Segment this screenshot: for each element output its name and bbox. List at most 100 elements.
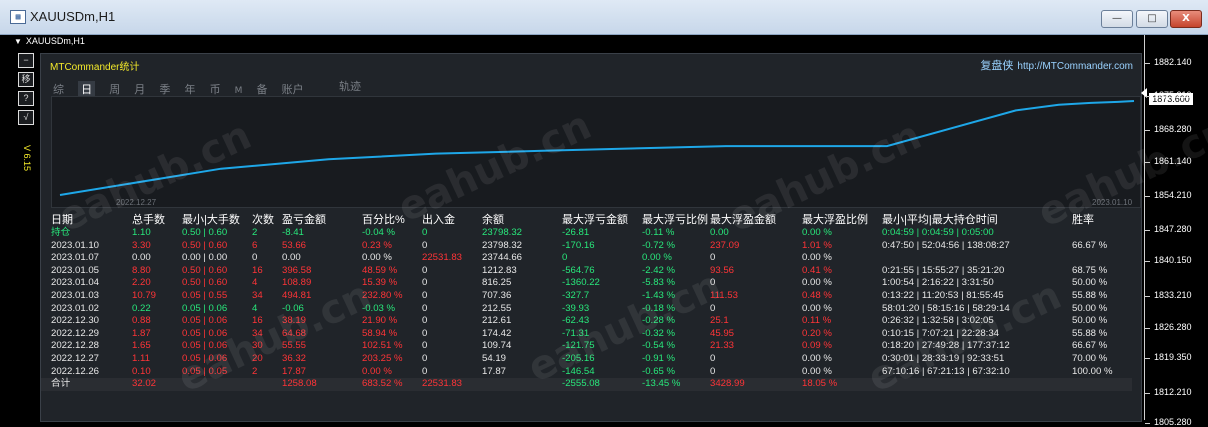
table-cell: 64.68 <box>282 327 307 339</box>
table-cell: 0 <box>710 365 716 377</box>
table-cell: -0.54 % <box>642 340 676 352</box>
table-row[interactable]: 2022.12.30 0.88 0.05 | 0.06 16 38.19 21.90 % 0… <box>41 315 1132 328</box>
table-row[interactable]: 2023.01.03 10.79 0.05 | 0.55 34 494.81 232.80… <box>41 290 1132 303</box>
price-tick <box>1145 130 1150 131</box>
confirm-button[interactable]: √ <box>18 110 34 125</box>
table-cell: 0.05 | 0.06 <box>182 315 228 327</box>
column-header[interactable]: 盈亏金额 <box>282 211 362 227</box>
track-tab[interactable]: 轨迹 <box>339 78 361 94</box>
column-header[interactable]: 胜率 <box>1072 211 1132 227</box>
table-cell: -0.91 % <box>642 352 676 364</box>
table-cell: 2023.01.04 <box>51 277 100 289</box>
table-row[interactable]: 2023.01.07 0.00 0.00 | 0.00 0 0.00 0.00 % 2253… <box>41 252 1132 265</box>
table-cell: -0.04 % <box>362 227 396 238</box>
table-cell: 0.50 | 0.60 <box>182 264 228 276</box>
maximize-button[interactable]: □ <box>1136 10 1168 28</box>
table-cell: 67:10:16 | 67:21:13 | 67:32:10 <box>882 365 1010 377</box>
table-row[interactable]: 2023.01.04 2.20 0.50 | 0.60 4 108.89 15.39 % 0… <box>41 277 1132 290</box>
tab-month[interactable]: 月 <box>134 81 145 97</box>
table-row[interactable]: 2022.12.27 1.11 0.05 | 0.06 20 36.32 203.25 %… <box>41 353 1132 366</box>
brand-name: 复盘侠 <box>980 60 1014 72</box>
table-cell: 0 <box>422 264 428 276</box>
column-header[interactable]: 日期 <box>41 211 132 227</box>
table-cell: 2 <box>252 365 258 377</box>
table-cell: 6 <box>252 239 258 251</box>
dropdown-triangle-icon: ▼ <box>14 37 22 46</box>
column-header[interactable]: 百分比% <box>362 211 422 227</box>
table-cell: 0 <box>562 252 568 264</box>
table-row[interactable]: 持仓 1.10 0.50 | 0.60 2 -8.41 -0.04 % 0 23798.32 -… <box>41 227 1132 240</box>
tab-currency[interactable]: 币 <box>210 81 221 97</box>
table-cell: 0 <box>710 252 716 264</box>
table-cell: 21.90 % <box>362 315 398 327</box>
move-button[interactable]: 移 <box>18 72 34 87</box>
tab-quarter[interactable]: 季 <box>159 81 170 97</box>
column-header[interactable]: 次数 <box>252 211 282 227</box>
table-cell: 0.09 % <box>802 340 832 352</box>
help-button[interactable]: ? <box>18 91 34 106</box>
table-row[interactable]: 2023.01.10 3.30 0.50 | 0.60 6 53.66 0.23 % 0 23… <box>41 240 1132 253</box>
table-cell: 0 <box>422 352 428 364</box>
column-header[interactable]: 出入金 <box>422 211 482 227</box>
tab-year[interactable]: 年 <box>184 81 195 97</box>
column-header[interactable]: 最大浮盈比例 <box>802 211 882 227</box>
table-cell: 16 <box>252 315 263 327</box>
table-row[interactable]: 2023.01.05 8.80 0.50 | 0.60 16 396.58 48.59 %… <box>41 265 1132 278</box>
table-row[interactable]: 2023.01.02 0.22 0.05 | 0.06 4 -0.06 -0.03 % 0 2… <box>41 303 1132 316</box>
column-header[interactable]: 总手数 <box>132 211 182 227</box>
table-row[interactable]: 2022.12.29 1.87 0.05 | 0.06 34 64.68 58.94 % 0… <box>41 328 1132 341</box>
total-cell: 683.52 % <box>362 378 422 391</box>
brand-link[interactable]: 复盘侠 http://MTCommander.com <box>980 57 1133 73</box>
table-cell: 1.65 <box>132 340 151 352</box>
equity-curve-panel: 2022.12.27 2023.01.10 <box>51 96 1141 208</box>
table-cell: 1.87 <box>132 327 151 339</box>
table-cell: 55.88 % <box>1072 327 1108 339</box>
table-cell: 0.00 % <box>802 352 832 364</box>
column-header[interactable]: 最小|大手数 <box>182 211 252 227</box>
tab-m[interactable]: M <box>235 86 243 96</box>
column-header[interactable]: 最小|平均|最大持仓时间 <box>882 211 1072 227</box>
table-cell: 109.74 <box>482 340 512 352</box>
table-row[interactable]: 2022.12.26 0.10 0.05 | 0.05 2 17.87 0.00 % 0 17… <box>41 366 1132 379</box>
table-cell: 0.00 % <box>802 252 832 264</box>
tab-week[interactable]: 周 <box>109 81 120 97</box>
tab-account[interactable]: 账户 <box>282 81 304 97</box>
table-cell: 2023.01.10 <box>51 239 100 251</box>
table-row[interactable]: 2022.12.28 1.65 0.05 | 0.06 30 55.55 102.51 %… <box>41 340 1132 353</box>
table-cell: -0.11 % <box>642 227 675 238</box>
column-header[interactable]: 最大浮亏比例 <box>642 211 710 227</box>
table-cell: -0.03 % <box>362 302 396 314</box>
table-cell: 0.48 % <box>802 289 832 301</box>
collapse-button[interactable]: − <box>18 53 34 68</box>
table-cell: -121.75 <box>562 340 595 352</box>
brand-url: http://MTCommander.com <box>1017 61 1133 72</box>
price-label: 1819.350 <box>1154 352 1192 362</box>
total-cell <box>182 378 252 391</box>
table-cell: 0.00 % <box>362 252 392 264</box>
table-cell: 50.00 % <box>1072 315 1108 327</box>
symbol-tab[interactable]: ▼ XAUUSDm,H1 <box>14 36 85 46</box>
tab-day[interactable]: 日 <box>78 81 96 97</box>
close-button[interactable]: X <box>1170 10 1202 28</box>
table-cell: 3.30 <box>132 239 151 251</box>
tab-backup[interactable]: 备 <box>257 81 268 97</box>
table-cell: 20 <box>252 352 263 364</box>
price-label: 1805.280 <box>1154 417 1192 427</box>
price-axis[interactable]: 1873.600 1882.140 1875.210 1868.280 1861.14… <box>1141 35 1200 427</box>
column-header[interactable]: 最大浮盈金额 <box>710 211 802 227</box>
table-cell: 0.05 | 0.06 <box>182 352 228 364</box>
minimize-button[interactable]: — <box>1101 10 1133 28</box>
total-cell <box>252 378 282 391</box>
column-header[interactable]: 最大浮亏金额 <box>562 211 642 227</box>
chart-area[interactable]: ▼ XAUUSDm,H1 − 移 ? √ V 6.15 MTCommander统计… <box>8 35 1208 427</box>
table-cell: 55.88 % <box>1072 289 1108 301</box>
tab-overall[interactable]: 综 <box>53 81 64 97</box>
price-label: 1868.280 <box>1154 124 1192 134</box>
table-cell: 1.11 <box>132 352 150 364</box>
table-cell: 17.87 <box>482 365 507 377</box>
table-cell: -71.31 <box>562 327 590 339</box>
column-header[interactable]: 余额 <box>482 211 562 227</box>
table-cell: 93.56 <box>710 264 735 276</box>
table-cell: -62.43 <box>562 315 590 327</box>
table-cell: 2022.12.26 <box>51 365 100 377</box>
